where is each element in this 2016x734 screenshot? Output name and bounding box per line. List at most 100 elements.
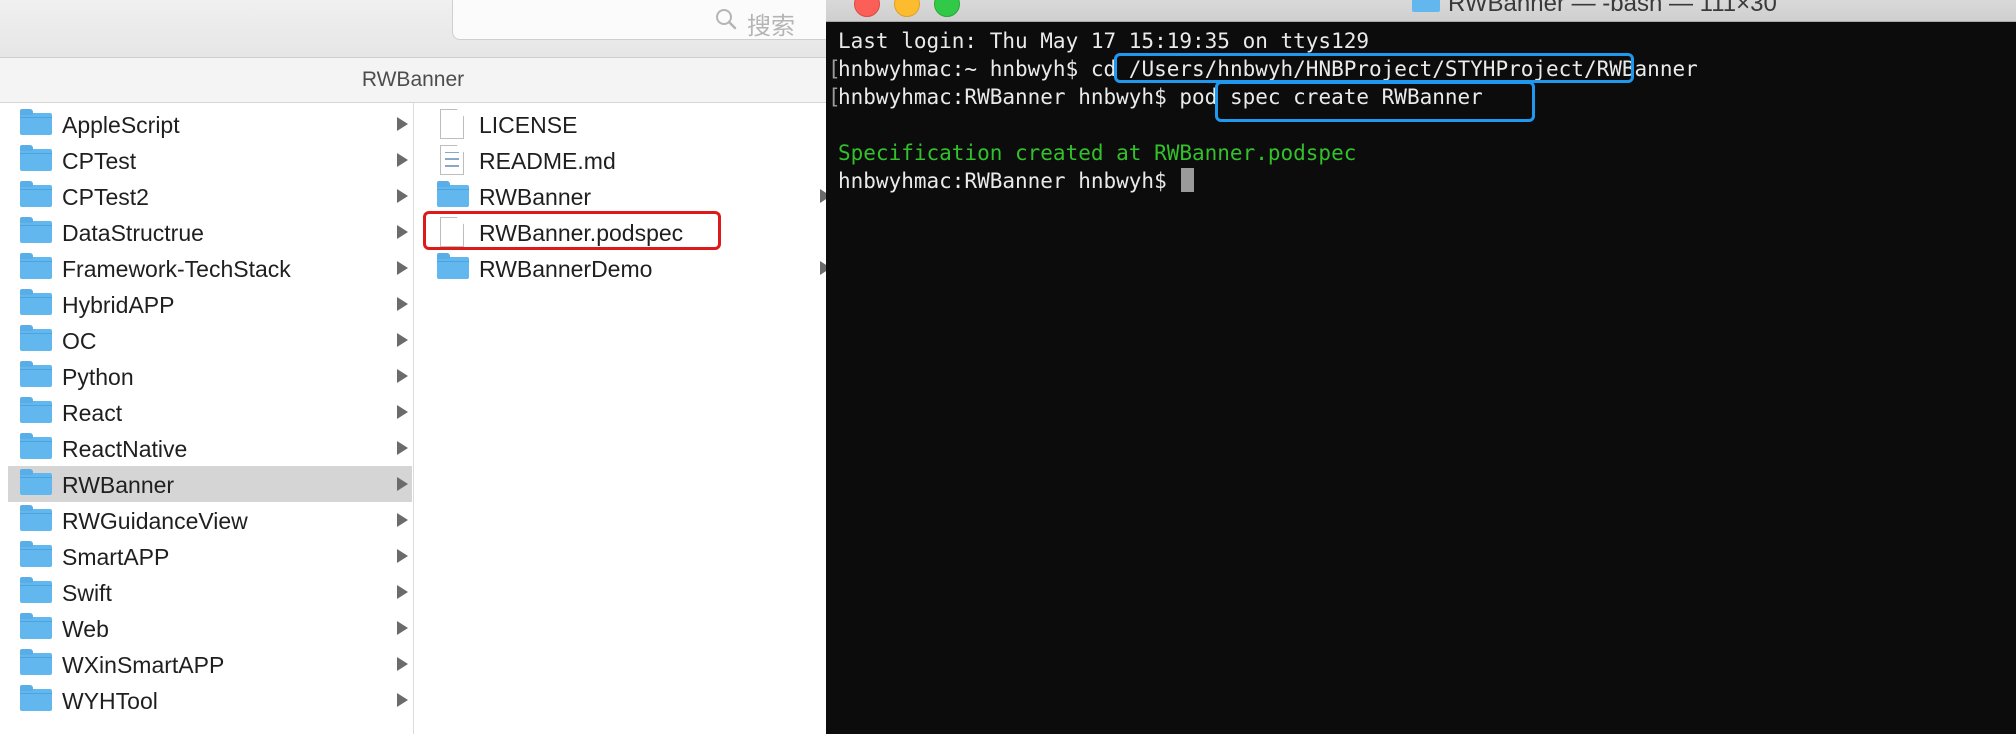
list-item-label: ReactNative <box>62 436 188 462</box>
chevron-right-icon <box>397 513 408 527</box>
minimize-button[interactable] <box>894 0 920 17</box>
list-item[interactable]: Framework-TechStack <box>8 250 412 286</box>
list-item[interactable]: LICENSE <box>425 106 825 142</box>
list-item-label: Framework-TechStack <box>62 256 291 282</box>
folder-icon <box>20 577 52 603</box>
chevron-right-icon <box>397 657 408 671</box>
list-item-label: React <box>62 400 123 426</box>
list-item[interactable]: React <box>8 394 412 430</box>
pod-command-highlight-box <box>1215 81 1535 122</box>
folder-icon <box>20 433 52 459</box>
chevron-right-icon <box>397 405 408 419</box>
search-icon <box>716 9 737 30</box>
prompt: hnbwyhmac:RWBanner hnbwyh$ <box>838 85 1180 109</box>
prompt: hnbwyhmac:RWBanner hnbwyh$ <box>838 169 1180 193</box>
terminal-titlebar: RWBanner — -bash — 111×30 <box>826 0 2016 22</box>
list-item-label: Swift <box>62 580 112 606</box>
list-item-label: RWBanner <box>62 472 175 498</box>
list-item[interactable]: ReactNative <box>8 430 412 466</box>
prompt: hnbwyhmac:~ hnbwyh$ <box>838 57 1091 81</box>
folder-icon <box>1412 0 1440 12</box>
finder-toolbar: 搜索 <box>0 0 826 58</box>
list-item-label: RWBannerDemo <box>479 256 653 282</box>
folder-icon <box>20 469 52 495</box>
list-item[interactable]: AppleScript <box>8 106 412 142</box>
chevron-right-icon <box>397 189 408 203</box>
list-item-label: CPTest <box>62 148 137 174</box>
chevron-right-icon <box>397 261 408 275</box>
folder-icon <box>20 253 52 279</box>
list-item-label: Web <box>62 616 109 642</box>
folder-icon <box>20 505 52 531</box>
chevron-right-icon <box>397 297 408 311</box>
chevron-right-icon <box>397 585 408 599</box>
folder-icon <box>20 145 52 171</box>
search-placeholder: 搜索 <box>747 12 795 40</box>
list-item-label: SmartAPP <box>62 544 170 570</box>
folder-icon <box>20 541 52 567</box>
list-item[interactable]: OC <box>8 322 412 358</box>
chevron-right-icon <box>397 441 408 455</box>
search-field[interactable]: 搜索 <box>452 0 826 40</box>
list-item-label: RWBanner <box>479 184 592 210</box>
finder-column-1: AppleScript CPTest CPTest2 DataStructrue Fra… <box>0 103 414 734</box>
list-item-label: HybridAPP <box>62 292 175 318</box>
chevron-right-icon <box>397 225 408 239</box>
list-item[interactable]: Web <box>8 610 412 646</box>
folder-icon <box>20 109 52 135</box>
folder-icon <box>437 253 469 279</box>
text-cursor <box>1181 168 1195 192</box>
list-item[interactable]: CPTest2 <box>8 178 412 214</box>
output-line: Specification created at RWBanner.podspe… <box>838 141 1357 165</box>
list-item[interactable]: CPTest <box>8 142 412 178</box>
folder-icon <box>20 649 52 675</box>
chevron-right-icon <box>397 549 408 563</box>
command-line-3[interactable]: hnbwyhmac:RWBanner hnbwyh$ <box>838 167 1195 195</box>
maximize-button[interactable] <box>934 0 960 17</box>
chevron-right-icon <box>397 333 408 347</box>
login-line: Last login: Thu May 17 15:19:35 on ttys1… <box>838 29 1370 53</box>
terminal-title: RWBanner — -bash — 111×30 <box>1448 0 1777 17</box>
folder-icon <box>20 361 52 387</box>
list-item[interactable]: WYHTool <box>8 682 412 718</box>
folder-icon <box>20 397 52 423</box>
chevron-right-icon <box>397 477 408 491</box>
list-item-label: AppleScript <box>62 112 180 138</box>
finder-column-2: LICENSE README.md RWBanner RWBanner.podspec… <box>415 103 826 734</box>
folder-icon <box>20 289 52 315</box>
path-title: RWBanner <box>361 68 465 91</box>
list-item-label: README.md <box>479 148 616 174</box>
list-item[interactable]: Swift <box>8 574 412 610</box>
list-item-label: WXinSmartAPP <box>62 652 225 678</box>
cd-command-highlight-box <box>1114 53 1634 83</box>
list-item[interactable]: HybridAPP <box>8 286 412 322</box>
list-item[interactable]: RWBanner <box>425 178 826 214</box>
list-item[interactable]: RWBannerDemo <box>425 250 826 286</box>
text-document-icon <box>440 145 464 175</box>
list-item[interactable]: RWBanner <box>8 466 412 502</box>
folder-icon <box>20 325 52 351</box>
chevron-right-icon <box>397 693 408 707</box>
list-item[interactable]: README.md <box>425 142 825 178</box>
list-item[interactable]: RWGuidanceView <box>8 502 412 538</box>
list-item[interactable]: SmartAPP <box>8 538 412 574</box>
list-item[interactable]: DataStructrue <box>8 214 412 250</box>
list-item-label: Python <box>62 364 134 390</box>
document-icon <box>440 109 464 139</box>
folder-icon <box>437 181 469 207</box>
list-item-label: WYHTool <box>62 688 158 714</box>
finder-window: 搜索 RWBanner AppleScript CPTest CPTest2 Data… <box>0 0 826 734</box>
podspec-highlight-box <box>423 211 721 250</box>
list-item[interactable]: Python <box>8 358 412 394</box>
chevron-right-icon <box>397 117 408 131</box>
chevron-right-icon <box>397 621 408 635</box>
folder-icon <box>20 181 52 207</box>
list-item[interactable]: WXinSmartAPP <box>8 646 412 682</box>
terminal-window: RWBanner — -bash — 111×30 Last login: Th… <box>826 0 2016 734</box>
close-button[interactable] <box>854 0 880 17</box>
folder-icon <box>20 685 52 711</box>
folder-icon <box>20 217 52 243</box>
path-bar: RWBanner <box>0 58 826 103</box>
chevron-right-icon <box>397 369 408 383</box>
chevron-right-icon <box>397 153 408 167</box>
